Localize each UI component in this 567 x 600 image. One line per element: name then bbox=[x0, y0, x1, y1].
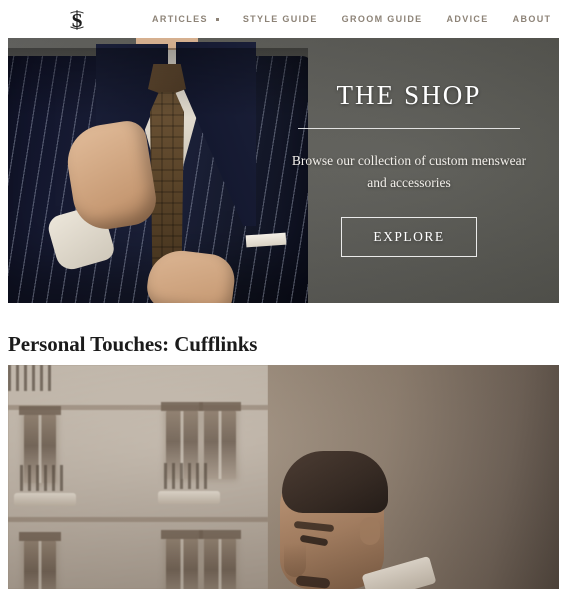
nav-item-articles-label: ARTICLES bbox=[152, 14, 208, 24]
article-title[interactable]: Personal Touches: Cufflinks bbox=[0, 303, 567, 365]
nav-item-advice-label: ADVICE bbox=[446, 14, 489, 24]
hero-suit-photo bbox=[8, 38, 308, 303]
subject-ear-shape bbox=[360, 517, 380, 546]
nav-item-about-label: ABOUT bbox=[512, 14, 552, 24]
facade-balcony bbox=[158, 491, 220, 505]
facade-balcony bbox=[14, 493, 76, 507]
nav-item-style-guide[interactable]: STYLE GUIDE bbox=[243, 14, 318, 24]
facade-railing bbox=[20, 465, 68, 492]
hero-divider bbox=[298, 128, 520, 129]
nav-item-groom-guide[interactable]: GROOM GUIDE bbox=[342, 14, 423, 24]
facade-window bbox=[199, 530, 241, 590]
facade-cornice-lower bbox=[8, 517, 268, 523]
hero-banner[interactable]: THE SHOP Browse our collection of custom… bbox=[8, 38, 559, 303]
building-facade-background bbox=[8, 365, 268, 590]
hero-content: THE SHOP Browse our collection of custom… bbox=[285, 82, 533, 257]
facade-window bbox=[161, 530, 203, 590]
explore-button[interactable]: EXPLORE bbox=[341, 216, 477, 257]
subject-nose-shape bbox=[284, 543, 306, 578]
site-header: S ARTICLES STYLE GUIDE GROOM GUIDE ADVIC… bbox=[0, 0, 567, 38]
hero-subtitle: Browse our collection of custom menswear… bbox=[291, 153, 527, 190]
nav-item-advice[interactable]: ADVICE bbox=[447, 14, 489, 24]
chevron-down-icon bbox=[215, 17, 219, 21]
shoulder-shading bbox=[8, 48, 308, 118]
monogram-icon: S bbox=[66, 8, 88, 32]
facade-railing bbox=[8, 365, 56, 392]
nav-item-groom-guide-label: GROOM GUIDE bbox=[341, 14, 423, 24]
nav-item-articles[interactable]: ARTICLES bbox=[152, 14, 219, 24]
hero-title: THE SHOP bbox=[336, 80, 482, 110]
facade-window bbox=[19, 532, 61, 590]
site-logo[interactable]: S bbox=[62, 6, 92, 34]
nav-item-about[interactable]: ABOUT bbox=[513, 14, 552, 24]
facade-railing bbox=[164, 463, 212, 490]
subject-hair-shape bbox=[282, 451, 388, 514]
nav-item-style-guide-label: STYLE GUIDE bbox=[242, 14, 318, 24]
article-feature-image[interactable] bbox=[8, 365, 559, 590]
main-navigation: ARTICLES STYLE GUIDE GROOM GUIDE ADVICE … bbox=[152, 0, 551, 38]
